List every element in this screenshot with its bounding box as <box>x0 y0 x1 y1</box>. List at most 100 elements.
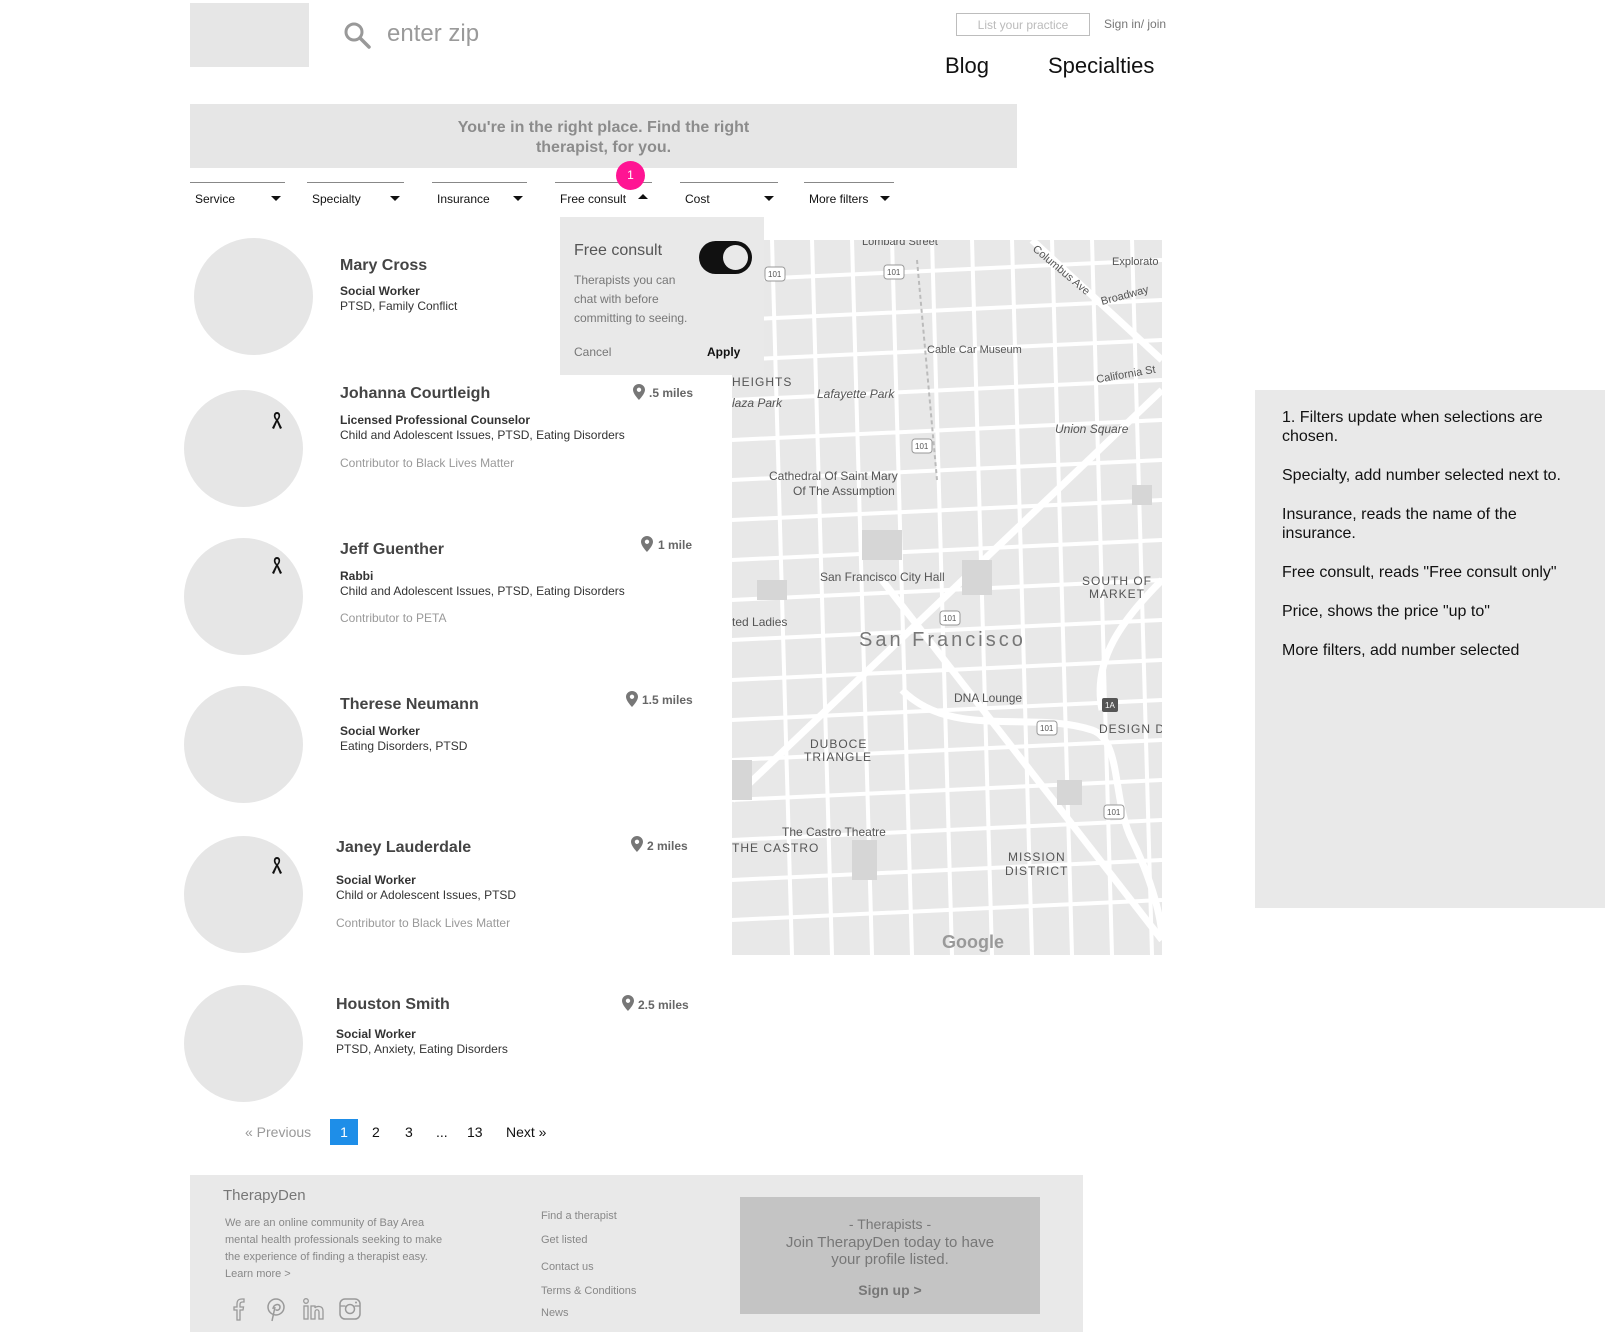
svg-text:Union Square: Union Square <box>1055 422 1129 436</box>
pagination-previous[interactable]: « Previous <box>245 1124 311 1140</box>
footer-link-find[interactable]: Find a therapist <box>541 1210 617 1222</box>
svg-text:SOUTH OF: SOUTH OF <box>1082 574 1152 588</box>
therapist-name[interactable]: Janey Lauderdale <box>336 839 471 857</box>
free-consult-popover: Free consult Therapists you can chat wit… <box>560 217 764 375</box>
zip-input[interactable]: enter zip <box>387 20 479 48</box>
therapist-contributor: Contributor to Black Lives Matter <box>340 456 515 470</box>
therapist-contributor: Contributor to Black Lives Matter <box>336 916 511 930</box>
popover-description: Therapists you can chat with before comm… <box>574 273 688 325</box>
svg-text:Explorato: Explorato <box>1112 256 1158 268</box>
list-practice-button[interactable]: List your practice <box>956 13 1090 36</box>
annotation-badge: 1 <box>616 161 645 190</box>
svg-text:TRIANGLE: TRIANGLE <box>804 750 872 764</box>
footer-link-contact[interactable]: Contact us <box>541 1261 594 1273</box>
banner-text: You're in the right place. Find the righ… <box>457 119 750 156</box>
therapist-distance: 1 mile <box>658 538 693 552</box>
svg-text:1A: 1A <box>1105 701 1115 710</box>
caret-down-icon <box>271 196 281 201</box>
svg-text:Lafayette Park: Lafayette Park <box>817 387 895 401</box>
therapist-specialties: PTSD, Family Conflict <box>340 299 458 313</box>
svg-text:DISTRICT: DISTRICT <box>1005 864 1068 878</box>
therapist-contributor: Contributor to PETA <box>340 611 447 625</box>
nav-blog[interactable]: Blog <box>945 53 989 79</box>
facebook-icon[interactable] <box>226 1295 254 1323</box>
logo[interactable] <box>190 3 309 67</box>
therapist-name[interactable]: Therese Neumann <box>340 696 479 714</box>
pinterest-icon[interactable] <box>262 1295 290 1323</box>
hero-banner: You're in the right place. Find the righ… <box>190 104 1017 168</box>
nav-specialties[interactable]: Specialties <box>1048 53 1154 79</box>
svg-text:101: 101 <box>768 270 782 279</box>
avatar[interactable] <box>184 686 303 803</box>
avatar[interactable] <box>184 390 303 507</box>
footer-link-terms[interactable]: Terms & Conditions <box>541 1285 636 1297</box>
svg-text:DESIGN D: DESIGN D <box>1099 722 1162 736</box>
note: Insurance, reads the name of the insuran… <box>1282 506 1517 542</box>
filter-label: More filters <box>809 192 869 206</box>
note: Price, shows the price "up to" <box>1282 603 1490 620</box>
footer-link-get-listed[interactable]: Get listed <box>541 1234 587 1246</box>
instagram-icon[interactable] <box>336 1295 364 1323</box>
therapist-distance: .5 miles <box>649 386 694 400</box>
awareness-ribbon-icon <box>272 412 282 429</box>
avatar[interactable] <box>184 836 303 953</box>
therapist-distance: 2.5 miles <box>638 998 689 1012</box>
sign-up-button[interactable]: Sign up > <box>740 1282 1040 1298</box>
filter-more[interactable]: More filters <box>804 182 894 207</box>
svg-text:DNA Lounge: DNA Lounge <box>954 691 1022 705</box>
therapist-name[interactable]: Jeff Guenther <box>340 541 444 559</box>
svg-text:Broadway: Broadway <box>1100 284 1151 308</box>
cta-body: Join TherapyDen today to have your profi… <box>785 1234 995 1268</box>
avatar[interactable] <box>184 985 303 1102</box>
location-pin-icon <box>641 536 653 552</box>
svg-text:MISSION: MISSION <box>1008 850 1066 864</box>
svg-text:101: 101 <box>1107 808 1121 817</box>
map[interactable]: Lombard Street Explorato Columbus Ave Br… <box>732 240 1162 955</box>
svg-text:THE CASTRO: THE CASTRO <box>732 841 819 855</box>
free-consult-toggle[interactable] <box>699 241 752 274</box>
footer-link-news[interactable]: News <box>541 1307 569 1319</box>
svg-text:San Francisco City Hall: San Francisco City Hall <box>820 570 945 584</box>
pagination-page-3[interactable]: 3 <box>405 1124 413 1140</box>
filter-label: Cost <box>685 192 710 206</box>
svg-text:Cable Car Museum: Cable Car Museum <box>927 344 1022 356</box>
avatar[interactable] <box>194 238 313 355</box>
svg-text:The Castro Theatre: The Castro Theatre <box>782 825 886 839</box>
filter-service[interactable]: Service <box>190 182 285 207</box>
note: 1. Filters update when selections are ch… <box>1282 409 1543 445</box>
filter-insurance[interactable]: Insurance <box>432 182 527 207</box>
caret-down-icon <box>513 196 523 201</box>
therapist-name[interactable]: Johanna Courtleigh <box>340 385 490 403</box>
pagination-page-2[interactable]: 2 <box>372 1124 380 1140</box>
cancel-button[interactable]: Cancel <box>574 345 611 359</box>
filter-cost[interactable]: Cost <box>680 182 778 207</box>
location-pin-icon <box>631 836 643 852</box>
linkedin-icon[interactable] <box>300 1295 328 1323</box>
therapist-name[interactable]: Mary Cross <box>340 257 427 275</box>
location-pin-icon <box>622 995 634 1011</box>
avatar[interactable] <box>184 538 303 655</box>
svg-text:San Francisco: San Francisco <box>859 629 1026 651</box>
location-pin-icon <box>626 691 638 707</box>
note: More filters, add number selected <box>1282 642 1520 659</box>
pagination-page-13[interactable]: 13 <box>467 1124 483 1140</box>
pagination-next[interactable]: Next » <box>506 1124 546 1140</box>
footer-brand: TherapyDen <box>223 1187 306 1204</box>
therapist-specialties: Child and Adolescent Issues, PTSD, Eatin… <box>340 584 625 598</box>
search-icon[interactable] <box>343 21 371 49</box>
pagination-ellipsis: ... <box>436 1124 448 1140</box>
svg-text:laza Park: laza Park <box>732 396 783 410</box>
therapist-name[interactable]: Houston Smith <box>336 996 450 1014</box>
therapist-cta: - Therapists - Join TherapyDen today to … <box>740 1197 1040 1314</box>
svg-text:DUBOCE: DUBOCE <box>810 737 867 751</box>
svg-text:101: 101 <box>915 442 929 451</box>
pagination-page-1[interactable]: 1 <box>330 1119 358 1145</box>
awareness-ribbon-icon <box>272 557 282 574</box>
filter-specialty[interactable]: Specialty <box>307 182 404 207</box>
svg-text:Columbus Ave: Columbus Ave <box>1030 243 1092 298</box>
therapist-specialties: PTSD, Anxiety, Eating Disorders <box>336 1042 508 1056</box>
sign-in-link[interactable]: Sign in/ join <box>1104 17 1166 31</box>
location-pin-icon <box>633 384 645 400</box>
apply-button[interactable]: Apply <box>707 345 740 359</box>
svg-text:Lombard Street: Lombard Street <box>862 240 938 248</box>
